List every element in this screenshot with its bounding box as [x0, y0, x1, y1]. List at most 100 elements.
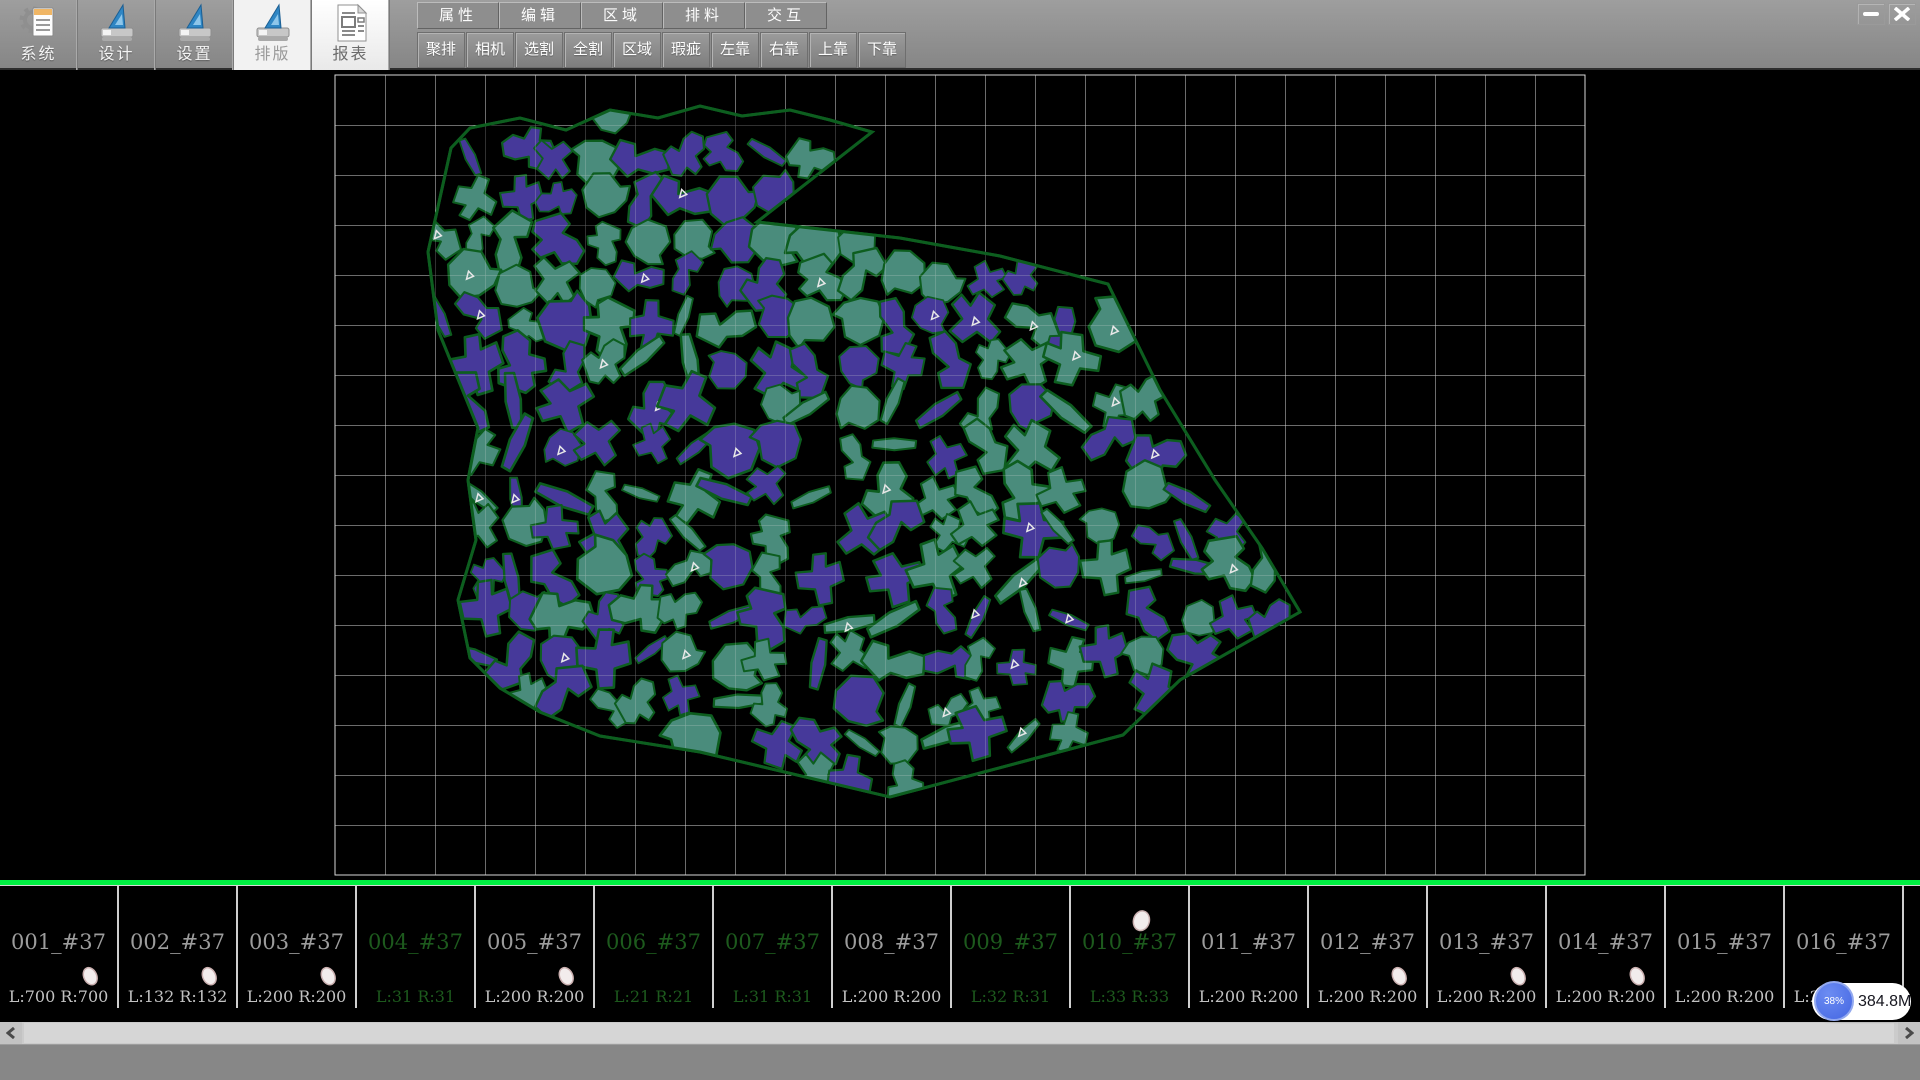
- piece-lr-count: L:21 R:21: [595, 987, 712, 1006]
- scroll-left-button[interactable]: [0, 1022, 22, 1044]
- tool-button-1[interactable]: 聚排: [417, 32, 465, 68]
- tool-button-4[interactable]: 全割: [564, 32, 612, 68]
- menu-tab-1[interactable]: 属性: [417, 2, 499, 29]
- window-controls: [1857, 3, 1916, 25]
- piece-lr-count: L:32 R:31: [952, 987, 1069, 1006]
- piece-id-label: 014_#37: [1547, 930, 1664, 954]
- mode-button-system[interactable]: 系统: [0, 0, 78, 70]
- piece-lr-count: L:31 R:31: [714, 987, 831, 1006]
- tool-button-bar: 聚排相机选割全割区域瑕疵左靠右靠上靠下靠: [417, 32, 907, 68]
- tool-button-6[interactable]: 瑕疵: [662, 32, 710, 68]
- tool-button-8[interactable]: 右靠: [760, 32, 808, 68]
- progress-percent: 38%: [1824, 996, 1844, 1007]
- tool-button-3[interactable]: 选割: [515, 32, 563, 68]
- tool-button-10[interactable]: 下靠: [858, 32, 906, 68]
- thumbnail-cell[interactable]: 002_#37 L:132 R:132: [119, 886, 238, 1008]
- close-icon: [1894, 7, 1910, 21]
- mode-button-label: 报表: [332, 44, 368, 66]
- menu-tab-bar: 属性编辑区域排料交互: [417, 2, 827, 29]
- scroll-right-button[interactable]: [1898, 1022, 1920, 1044]
- piece-lr-count: L:200 R:200: [833, 987, 950, 1006]
- piece-lr-count: L:700 R:700: [0, 987, 117, 1006]
- piece-id-label: 006_#37: [595, 930, 712, 954]
- strip-gap: [0, 1008, 1920, 1022]
- scrollbar-thumb[interactable]: [24, 1023, 1894, 1043]
- piece-id-label: 010_#37: [1071, 930, 1188, 954]
- piece-id-label: 016_#37: [1785, 930, 1902, 954]
- piece-lr-count: L:200 R:200: [1666, 987, 1783, 1006]
- menu-tab-4[interactable]: 排料: [663, 2, 745, 29]
- thumbnail-cell[interactable]: 014_#37 L:200 R:200: [1547, 886, 1666, 1008]
- piece-id-label: 011_#37: [1190, 930, 1307, 954]
- chevron-right-icon: [1904, 1027, 1914, 1039]
- menu-tab-2[interactable]: 编辑: [499, 2, 581, 29]
- piece-id-label: 012_#37: [1309, 930, 1426, 954]
- nesting-canvas[interactable]: [0, 70, 1920, 882]
- piece-id-label: 009_#37: [952, 930, 1069, 954]
- thumbnail-cell[interactable]: 012_#37 L:200 R:200: [1309, 886, 1428, 1008]
- piece-id-label: 003_#37: [238, 930, 355, 954]
- memory-usage: 384.8M: [1858, 983, 1911, 1020]
- tool-button-5[interactable]: 区域: [613, 32, 661, 68]
- piece-id-label: 008_#37: [833, 930, 950, 954]
- tool-button-7[interactable]: 左靠: [711, 32, 759, 68]
- menu-tab-3[interactable]: 区域: [581, 2, 663, 29]
- piece-id-label: 002_#37: [119, 930, 236, 954]
- minimize-button[interactable]: [1857, 3, 1885, 25]
- mode-button-layout[interactable]: 排版: [234, 0, 312, 70]
- system-gear-icon: [17, 2, 61, 44]
- thumbnail-cell[interactable]: 006_#37 L:21 R:21: [595, 886, 714, 1008]
- piece-id-label: 007_#37: [714, 930, 831, 954]
- status-bar: [0, 1044, 1920, 1080]
- piece-id-label: 0: [1904, 930, 1920, 954]
- piece-lr-count: L:200 R:200: [476, 987, 593, 1006]
- thumbnail-cell[interactable]: 009_#37 L:32 R:31: [952, 886, 1071, 1008]
- mode-button-label: 排版: [254, 44, 290, 66]
- thumbnail-cell[interactable]: 008_#37 L:200 R:200: [833, 886, 952, 1008]
- thumbnail-cell[interactable]: 005_#37 L:200 R:200: [476, 886, 595, 1008]
- piece-id-label: 013_#37: [1428, 930, 1545, 954]
- piece-lr-count: L:33 R:33: [1071, 987, 1188, 1006]
- settings-ruler-icon: [173, 2, 217, 44]
- menu-tab-5[interactable]: 交互: [745, 2, 827, 29]
- report-icon: [329, 2, 373, 44]
- minimize-icon: [1863, 11, 1879, 17]
- progress-circle: 38%: [1814, 981, 1854, 1021]
- nesting-drawing: [0, 70, 1920, 882]
- mode-button-label: 设置: [176, 44, 212, 66]
- mode-button-design[interactable]: 设计: [78, 0, 156, 70]
- mode-button-report[interactable]: 报表: [312, 0, 390, 70]
- title-toolbar-area: 系统 设计 设置: [0, 0, 1920, 70]
- layout-ruler-icon: [251, 2, 295, 44]
- piece-id-label: 001_#37: [0, 930, 117, 954]
- thumbnail-cell[interactable]: 001_#37 L:700 R:700: [0, 886, 119, 1008]
- thumbnail-cell[interactable]: 003_#37 L:200 R:200: [238, 886, 357, 1008]
- piece-id-label: 005_#37: [476, 930, 593, 954]
- mode-button-label: 系统: [20, 44, 56, 66]
- piece-lr-count: L:200 R:200: [238, 987, 355, 1006]
- thumbnail-cell[interactable]: 011_#37 L:200 R:200: [1190, 886, 1309, 1008]
- piece-lr-count: L:200 R:200: [1547, 987, 1664, 1006]
- piece-lr-count: L:200 R:200: [1428, 987, 1545, 1006]
- thumbnail-cell[interactable]: 004_#37L:31 R:31: [357, 886, 476, 1008]
- chevron-left-icon: [6, 1027, 16, 1039]
- thumbnail-cell[interactable]: 010_#37 L:33 R:33: [1071, 886, 1190, 1008]
- piece-id-label: 004_#37: [357, 930, 474, 954]
- progress-badge: 38% 384.8M: [1812, 983, 1911, 1020]
- mode-button-settings[interactable]: 设置: [156, 0, 234, 70]
- piece-lr-count: L:200 R:200: [1190, 987, 1307, 1006]
- close-button[interactable]: [1888, 3, 1916, 25]
- design-ruler-icon: [95, 2, 139, 44]
- piece-thumbnail-list: 001_#37L:700 R:700002_#37L:132 R:132003_…: [0, 885, 1920, 1008]
- piece-lr-count: L:200 R:200: [1309, 987, 1426, 1006]
- thumbnail-cell[interactable]: 013_#37 L:200 R:200: [1428, 886, 1547, 1008]
- horizontal-scrollbar[interactable]: [0, 1022, 1920, 1044]
- thumbnail-cell[interactable]: 015_#37L:200 R:200: [1666, 886, 1785, 1008]
- thumbnail-cell[interactable]: 007_#37 L:31 R:31: [714, 886, 833, 1008]
- tool-button-2[interactable]: 相机: [466, 32, 514, 68]
- piece-lr-count: L:132 R:132: [119, 987, 236, 1006]
- app-window: 系统 设计 设置: [0, 0, 1920, 1080]
- main-mode-buttons: 系统 设计 设置: [0, 0, 390, 70]
- mode-button-label: 设计: [98, 44, 134, 66]
- tool-button-9[interactable]: 上靠: [809, 32, 857, 68]
